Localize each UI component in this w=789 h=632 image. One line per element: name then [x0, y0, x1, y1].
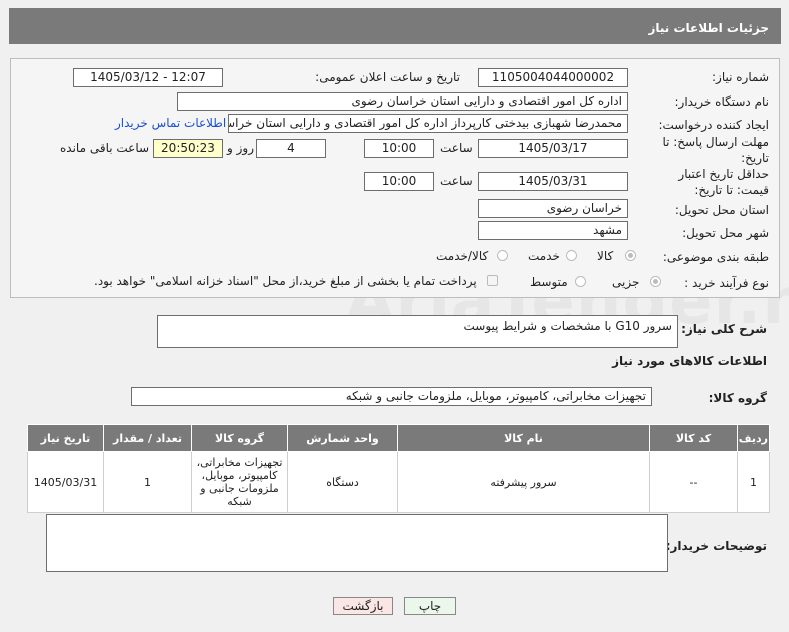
city-label: شهر محل تحویل:	[682, 226, 769, 240]
back-button[interactable]: بازگشت	[333, 597, 393, 615]
print-button[interactable]: چاپ	[404, 597, 456, 615]
col-header-date: تاریخ نیاز	[27, 424, 104, 452]
buyer-contact-link[interactable]: اطلاعات تماس خریدار	[115, 116, 226, 130]
validity-label: حداقل تاریخ اعتبار قیمت: تا تاریخ:	[678, 167, 769, 197]
remaining-label: ساعت باقی مانده	[60, 141, 150, 155]
cell-date: 1405/03/31	[27, 451, 104, 513]
page-title: جزئیات اطلاعات نیاز	[648, 21, 769, 35]
category-goods-radio[interactable]	[625, 250, 636, 261]
treasury-payment-note: پرداخت تمام یا بخشی از مبلغ خرید،از محل …	[94, 274, 477, 288]
col-header-code: کد کالا	[649, 424, 738, 452]
col-header-qty: تعداد / مقدار	[103, 424, 192, 452]
province-field[interactable]: خراسان رضوی	[478, 199, 628, 218]
table-header-row: ردیف کد کالا نام کالا واحد شمارش گروه کا…	[27, 424, 770, 452]
remaining-time-field[interactable]: 20:50:23	[153, 139, 223, 158]
validity-time-field[interactable]: 10:00	[364, 172, 434, 191]
announce-field[interactable]: 1405/03/12 - 12:07	[73, 68, 223, 87]
process-medium-radio[interactable]	[575, 276, 586, 287]
cell-row: 1	[737, 451, 770, 513]
goods-info-title: اطلاعات کالاهای مورد نیاز	[612, 354, 767, 368]
validity-date-field[interactable]: 1405/03/31	[478, 172, 628, 191]
items-table: ردیف کد کالا نام کالا واحد شمارش گروه کا…	[27, 424, 770, 513]
table-row[interactable]: 1 -- سرور پیشرفته دستگاه تجهیزات مخابرات…	[27, 451, 770, 513]
need-number-label: شماره نیاز:	[712, 70, 769, 84]
col-header-group: گروه کالا	[191, 424, 288, 452]
category-service-radio[interactable]	[566, 250, 577, 261]
reply-time-field[interactable]: 10:00	[364, 139, 434, 158]
description-field[interactable]: سرور G10 با مشخصات و شرایط پیوست	[157, 315, 678, 348]
description-label: شرح کلی نیاز:	[681, 322, 767, 336]
goods-group-label: گروه کالا:	[708, 391, 767, 405]
category-both-label: کالا/خدمت	[436, 249, 489, 263]
goods-group-field[interactable]: تجهیزات مخابراتی، کامپیوتر، موبایل، ملزو…	[131, 387, 652, 406]
buyer-org-field[interactable]: اداره کل امور اقتصادی و دارایی استان خرا…	[177, 92, 628, 111]
cell-name: سرور پیشرفته	[397, 451, 650, 513]
process-label: نوع فرآیند خرید :	[684, 276, 769, 290]
days-label: روز و	[227, 141, 254, 155]
col-header-name: نام کالا	[397, 424, 650, 452]
treasury-payment-checkbox[interactable]	[487, 275, 498, 286]
category-label: طبقه بندی موضوعی:	[662, 250, 769, 264]
buyer-org-label: نام دستگاه خریدار:	[674, 95, 770, 109]
cell-code: --	[649, 451, 738, 513]
reply-date-field[interactable]: 1405/03/17	[478, 139, 628, 158]
creator-field[interactable]: محمدرضا شهبازی بیدختی کارپرداز اداره کل …	[228, 114, 628, 133]
reply-deadline-label: مهلت ارسال پاسخ: تا تاریخ:	[662, 135, 769, 165]
creator-label: ایجاد کننده درخواست:	[658, 118, 769, 132]
cell-group: تجهیزات مخابراتی، کامپیوتر، موبایل، ملزو…	[191, 451, 288, 513]
need-number-field[interactable]: 1105004044000002	[478, 68, 628, 87]
reply-time-label: ساعت	[440, 141, 473, 155]
buyer-notes-field[interactable]	[46, 514, 668, 572]
process-minor-radio[interactable]	[650, 276, 661, 287]
category-service-label: خدمت	[528, 249, 560, 263]
category-goods-label: کالا	[597, 249, 614, 263]
days-field[interactable]: 4	[256, 139, 326, 158]
page-header: جزئیات اطلاعات نیاز	[9, 8, 781, 44]
province-label: استان محل تحویل:	[674, 203, 769, 217]
cell-unit: دستگاه	[287, 451, 398, 513]
buyer-notes-label: توضیحات خریدار:	[665, 539, 767, 553]
validity-time-label: ساعت	[440, 174, 473, 188]
col-header-unit: واحد شمارش	[287, 424, 398, 452]
process-minor-label: جزیی	[612, 275, 640, 289]
city-field[interactable]: مشهد	[478, 221, 628, 240]
category-both-radio[interactable]	[497, 250, 508, 261]
col-header-row: ردیف	[737, 424, 770, 452]
announce-label: تاریخ و ساعت اعلان عمومی:	[315, 70, 460, 84]
cell-qty: 1	[103, 451, 192, 513]
process-medium-label: متوسط	[530, 275, 568, 289]
